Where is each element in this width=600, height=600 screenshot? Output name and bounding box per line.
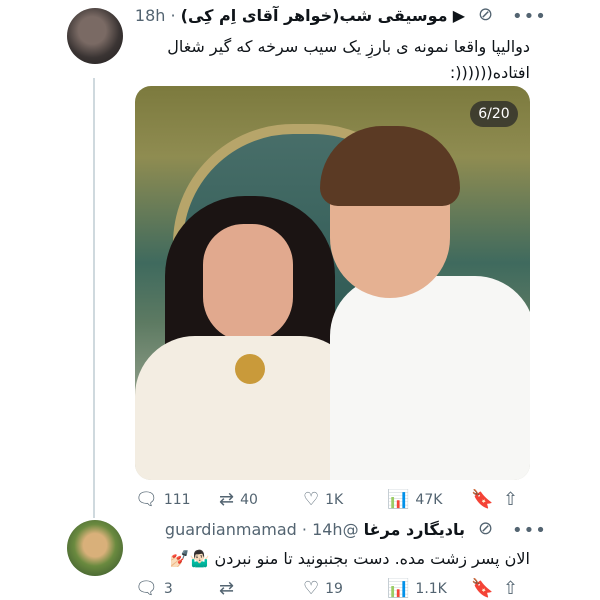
like-button[interactable]: ♡ 19	[303, 580, 343, 598]
tweet-header: ▶ موسیقی شب(خواهر آقای اِم کِی) · 18h	[134, 6, 465, 25]
share-icon: ⇧	[503, 578, 519, 599]
retweet-button[interactable]: ⇄ 40	[219, 491, 258, 509]
retweet-button[interactable]: ⇄	[219, 580, 234, 598]
reply-count: 111	[163, 492, 191, 508]
photo-necklace	[235, 354, 265, 384]
retweet-count: 40	[240, 492, 258, 508]
photo-person-shirt	[330, 276, 530, 480]
reply-icon: 🗨	[135, 489, 158, 510]
photo-person-face	[203, 224, 293, 342]
more-horizontal-icon[interactable]: •••	[512, 6, 547, 27]
thread-connector-line	[93, 78, 95, 518]
analytics-icon: 📊	[387, 578, 410, 599]
tweet-actions: 🗨 111 ⇄ 40 ♡ 1K 📊 47K 🔖 ⇧	[135, 488, 530, 512]
avatar[interactable]	[67, 520, 123, 576]
views-button[interactable]: 📊 1.1K	[387, 580, 447, 598]
heart-icon: ♡	[303, 578, 320, 599]
timestamp[interactable]: 14h	[312, 520, 343, 539]
bookmark-button[interactable]: 🔖	[471, 491, 493, 509]
bird-icon: ▶	[452, 6, 465, 25]
author-name[interactable]: موسیقی شب(خواهر آقای اِم کِی)	[181, 6, 448, 25]
reply-button[interactable]: 🗨 111	[135, 491, 191, 509]
analytics-icon: 📊	[387, 489, 410, 510]
tweet-text: دوالیپا واقعا نمونه ی بارزِ یک سیب سرخه …	[135, 34, 530, 86]
share-icon: ⇧	[503, 489, 519, 510]
views-button[interactable]: 📊 47K	[387, 491, 442, 509]
view-count: 1.1K	[415, 581, 447, 597]
grok-icon[interactable]: ⊘	[478, 520, 493, 538]
avatar[interactable]	[67, 8, 123, 64]
more-horizontal-icon[interactable]: •••	[512, 520, 547, 541]
timestamp[interactable]: 18h	[135, 6, 166, 25]
retweet-icon: ⇄	[219, 578, 235, 599]
tweet-header: بادیگارد مرغا @guardianmamad · 14h	[164, 520, 465, 539]
retweet-icon: ⇄	[219, 489, 235, 510]
tweet-text-line: افتاده((((((:	[449, 63, 530, 82]
tweet-photo[interactable]: 6/20	[135, 86, 530, 480]
share-button[interactable]: ⇧	[503, 491, 518, 509]
tweet-text: الان پسر زشت مده. دست بجنبونید تا منو نب…	[169, 549, 530, 568]
bookmark-icon: 🔖	[471, 578, 494, 599]
share-button[interactable]: ⇧	[503, 580, 518, 598]
like-count: 19	[325, 581, 343, 597]
heart-icon: ♡	[303, 489, 320, 510]
reply-icon: 🗨	[135, 578, 158, 599]
like-count: 1K	[325, 492, 344, 508]
reply-count: 3	[163, 581, 173, 597]
bookmark-button[interactable]: 🔖	[471, 580, 493, 598]
reply-button[interactable]: 🗨 3	[135, 580, 173, 598]
view-count: 47K	[415, 492, 443, 508]
like-button[interactable]: ♡ 1K	[303, 491, 343, 509]
tweet-text-line: دوالیپا واقعا نمونه ی بارزِ یک سیب سرخه …	[167, 37, 530, 56]
tweet-actions: 🗨 3 ⇄ ♡ 19 📊 1.1K 🔖 ⇧	[135, 578, 530, 600]
author-name[interactable]: بادیگارد مرغا	[364, 520, 465, 539]
bookmark-icon: 🔖	[471, 489, 494, 510]
grok-icon[interactable]: ⊘	[478, 6, 493, 24]
media-counter-badge: 6/20	[470, 101, 518, 127]
